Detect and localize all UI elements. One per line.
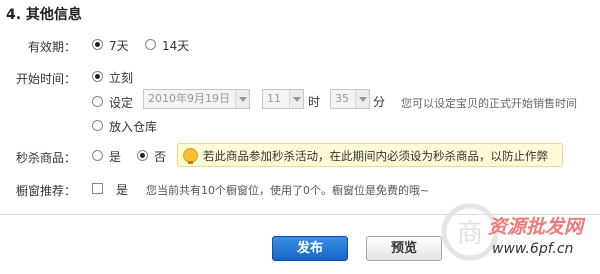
publish-button[interactable]: 发布 xyxy=(272,236,348,261)
lightbulb-icon xyxy=(183,148,198,164)
flash-sale-yes-radio[interactable] xyxy=(92,150,103,161)
start-time-label: 开始时间： xyxy=(15,72,76,86)
flash-sale-no-radio[interactable] xyxy=(137,150,148,161)
start-now-label[interactable]: 立刻 xyxy=(109,69,133,86)
start-minute-value: 35 xyxy=(335,92,349,105)
hour-unit: 时 xyxy=(308,95,321,109)
flash-sale-yes-label[interactable]: 是 xyxy=(109,148,121,165)
validity-label: 有效期： xyxy=(27,40,76,54)
watermark-url: www.6pf.cn xyxy=(492,241,574,257)
flash-sale-tip: 若此商品参加秒杀活动，在此期间内必须设为秒杀商品，以防止作弊 xyxy=(177,143,563,167)
validity-14days-label[interactable]: 14天 xyxy=(162,37,189,54)
start-set-radio[interactable] xyxy=(92,96,103,107)
chevron-down-icon xyxy=(289,90,303,108)
start-date-value: 2010年9月19日 xyxy=(148,92,230,105)
showcase-checkbox[interactable] xyxy=(92,183,103,194)
preview-button[interactable]: 预览 xyxy=(366,236,442,261)
validity-7days-radio[interactable] xyxy=(92,39,103,50)
start-minute-select[interactable]: 35 xyxy=(330,89,370,109)
flash-sale-no-label[interactable]: 否 xyxy=(154,148,166,165)
minute-unit: 分 xyxy=(373,95,386,109)
start-time-hint: 您可以设定宝贝的正式开始销售时间 xyxy=(401,97,577,110)
start-hour-select[interactable]: 11 xyxy=(262,89,304,109)
chevron-down-icon xyxy=(235,90,249,108)
watermark-logo-text: 商 xyxy=(457,219,483,249)
start-warehouse-radio[interactable] xyxy=(92,120,103,131)
start-date-select[interactable]: 2010年9月19日 xyxy=(143,89,250,109)
start-hour-value: 11 xyxy=(267,92,281,105)
validity-7days-label[interactable]: 7天 xyxy=(109,37,129,54)
validity-14days-radio[interactable] xyxy=(145,39,156,50)
start-now-radio[interactable] xyxy=(92,71,103,82)
section-title: 4. 其他信息 xyxy=(6,7,82,23)
showcase-hint: 您当前共有10个橱窗位，使用了0个。橱窗位是免费的哦~ xyxy=(146,184,430,197)
start-set-label[interactable]: 设定 xyxy=(109,94,133,111)
chevron-down-icon xyxy=(355,90,369,108)
start-warehouse-label[interactable]: 放入仓库 xyxy=(109,118,157,135)
showcase-yes-label[interactable]: 是 xyxy=(116,181,128,198)
watermark-title: 资源批发网 xyxy=(488,216,584,238)
showcase-label: 橱窗推荐： xyxy=(15,184,76,198)
flash-sale-label: 秒杀商品： xyxy=(15,151,76,165)
flash-sale-tip-text: 若此商品参加秒杀活动，在此期间内必须设为秒杀商品，以防止作弊 xyxy=(203,149,548,163)
